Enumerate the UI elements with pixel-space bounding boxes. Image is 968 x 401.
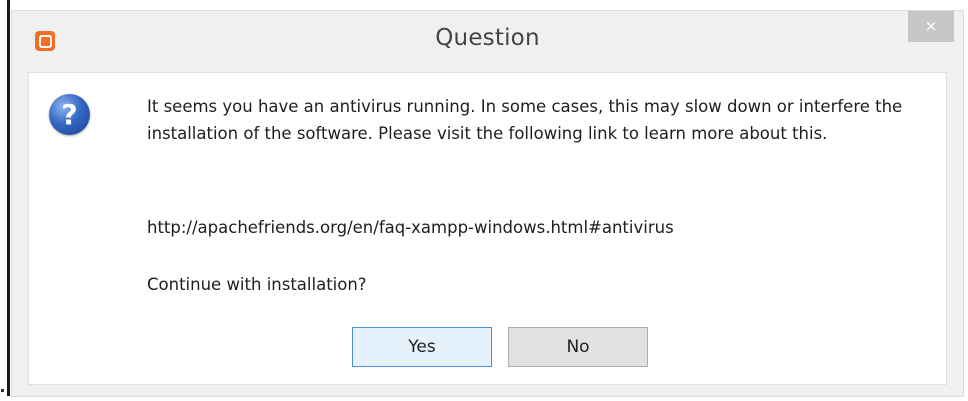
title-bar[interactable]: Question ×: [12, 11, 963, 72]
faq-link-text: http://apachefriends.org/en/faq-xampp-wi…: [147, 218, 674, 237]
background-window-edge: [7, 0, 10, 396]
dialog-content: ? It seems you have an antivirus running…: [28, 72, 947, 385]
background-dot: [1, 389, 4, 392]
question-dialog: Question × ? It seems you have an antivi…: [11, 10, 964, 397]
yes-button[interactable]: Yes: [352, 327, 492, 367]
dialog-title: Question: [435, 25, 540, 51]
warning-message: It seems you have an antivirus running. …: [147, 97, 903, 143]
question-icon: ?: [49, 94, 90, 135]
close-button[interactable]: ×: [908, 11, 954, 42]
no-button[interactable]: No: [508, 327, 648, 367]
continue-prompt: Continue with installation?: [147, 275, 367, 294]
